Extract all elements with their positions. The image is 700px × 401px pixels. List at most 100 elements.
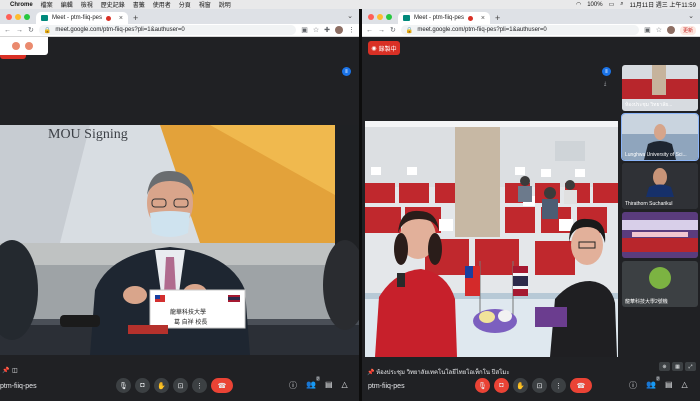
lock-icon: 🔒	[43, 27, 52, 34]
raise-hand-button[interactable]: ✋	[513, 378, 528, 393]
more-menu-icon[interactable]: ⋮	[348, 26, 355, 34]
battery-percent[interactable]: 100%	[587, 2, 602, 8]
participant-tile[interactable]: Thirathorn Sucharikul	[622, 163, 698, 209]
menu-edit[interactable]: 編輯	[61, 0, 73, 9]
speaking-indicator-icon: ⦀	[342, 67, 351, 76]
browser-tab-meet[interactable]: Meet - ptm-fiiq-pes ×	[398, 12, 490, 24]
camera-button[interactable]: ◘	[135, 378, 150, 393]
back-icon[interactable]: ←	[4, 27, 11, 34]
participant-tile[interactable]: ห้องประชุม วิทยาลัย...	[622, 65, 698, 111]
reload-icon[interactable]: ↻	[390, 26, 396, 34]
star-icon[interactable]: ☆	[313, 26, 319, 34]
clock[interactable]: 11月11日 週三 上午11:59	[630, 0, 696, 9]
tab-title: Meet - ptm-fiiq-pes	[414, 15, 465, 21]
activities-icon[interactable]: △	[682, 380, 688, 391]
new-tab-button[interactable]: +	[133, 12, 138, 24]
close-window-button[interactable]	[6, 13, 12, 20]
record-icon: ◉	[371, 45, 377, 52]
menu-people[interactable]: 使用者	[153, 0, 171, 9]
people-icon[interactable]: 👥 7	[306, 376, 320, 391]
meeting-code: ptm-fiiq-pes	[368, 382, 405, 390]
people-icon[interactable]: 👥 7	[646, 376, 660, 391]
tile-layout-controls: ⊕ ▦ ⤢	[659, 362, 696, 371]
minimize-window-button[interactable]	[377, 13, 383, 20]
meet-stage-right: ◉ 錄製中 ⦀ ⤓ ห้องประชุม วิทยาลัย... Lunghwa…	[362, 37, 700, 401]
reload-icon[interactable]: ↻	[28, 26, 34, 34]
zoom-window-button[interactable]	[24, 13, 30, 20]
minimize-window-button[interactable]	[15, 13, 21, 20]
profile-avatar[interactable]	[666, 26, 675, 34]
close-window-button[interactable]	[368, 13, 374, 20]
leave-call-button[interactable]: ☎	[211, 378, 233, 393]
chat-icon[interactable]: ▤	[665, 380, 673, 391]
close-tab-icon[interactable]: ×	[119, 15, 123, 22]
menu-tab[interactable]: 分頁	[179, 0, 191, 9]
present-button[interactable]: ⊡	[173, 378, 188, 393]
camera-icon[interactable]: ▣	[301, 26, 308, 34]
extension-icon[interactable]: ✚	[324, 26, 330, 34]
recording-button[interactable]: ◉ 錄製中	[368, 41, 400, 55]
mic-off-button[interactable]: 🎙	[475, 378, 490, 393]
participant-tile[interactable]: Lunghwa University of Sci...	[621, 113, 699, 161]
window-controls	[0, 9, 36, 24]
menu-app-name[interactable]: Chrome	[10, 2, 33, 8]
more-options-button[interactable]: ⋮	[192, 378, 207, 393]
menu-view[interactable]: 檢視	[81, 0, 93, 9]
battery-icon[interactable]: ▭	[609, 1, 615, 8]
grid-icon[interactable]: ▦	[672, 362, 683, 371]
leave-call-button[interactable]: ☎	[570, 378, 592, 393]
mic-button[interactable]: 🎙	[116, 378, 131, 393]
address-bar[interactable]: 🔒 meet.google.com/ptm-fiiq-pes?pli=1&aut…	[400, 25, 640, 35]
left-browser-window: Meet - ptm-fiiq-pes × + ⌄ ← → ↻ 🔒 meet.g…	[0, 9, 359, 401]
tab-strip: Meet - ptm-fiiq-pes × + ⌄	[362, 9, 700, 24]
present-button[interactable]: ⊡	[532, 378, 547, 393]
star-icon[interactable]: ☆	[656, 26, 662, 34]
browser-tab-meet[interactable]: Meet - ptm-fiiq-pes ×	[36, 12, 128, 24]
participant-tile[interactable]: 龍華科技大學2號機	[622, 261, 698, 307]
chevron-down-icon[interactable]: ⌄	[347, 12, 353, 20]
meet-bottom-bar-left: ptm-fiiq-pes 🎙 ◘ ✋ ⊡ ⋮ ☎ ⓘ 👥 7 ▤ △	[0, 371, 359, 401]
camera-icon[interactable]: ▣	[644, 26, 651, 34]
menu-help[interactable]: 說明	[219, 0, 231, 9]
side-panel-icons: ⓘ 👥 7 ▤ △	[289, 376, 348, 391]
side-panel-icons: ⓘ 👥 7 ▤ △	[629, 376, 688, 391]
activities-icon[interactable]: △	[342, 380, 348, 391]
main-video-room	[365, 121, 618, 357]
menu-file[interactable]: 檔案	[41, 0, 53, 9]
wifi-icon[interactable]: ◠	[576, 1, 581, 8]
tile-name: 龍華科技大學2號機	[625, 299, 668, 305]
address-bar[interactable]: 🔒 meet.google.com/ptm-fiiq-pes?pli=1&aut…	[38, 25, 297, 35]
menu-window[interactable]: 視窗	[199, 0, 211, 9]
fullscreen-icon[interactable]: ⤢	[685, 362, 696, 371]
forward-icon[interactable]: →	[16, 27, 23, 34]
new-tab-button[interactable]: +	[495, 12, 500, 24]
record-indicator	[0, 55, 26, 59]
update-button[interactable]: 更新	[679, 25, 696, 35]
camera-off-icon[interactable]	[25, 42, 33, 50]
forward-icon[interactable]: →	[378, 27, 385, 34]
tile-name: Thirathorn Sucharikul	[625, 201, 673, 207]
info-icon[interactable]: ⓘ	[289, 380, 297, 391]
search-icon[interactable]: ⌕	[620, 1, 623, 8]
info-icon[interactable]: ⓘ	[629, 380, 637, 391]
raise-hand-button[interactable]: ✋	[154, 378, 169, 393]
profile-avatar[interactable]	[335, 26, 343, 34]
tile-video	[622, 212, 698, 258]
tab-strip: Meet - ptm-fiiq-pes × + ⌄	[0, 9, 359, 24]
nameplate-line2: 葛 自祥 校長	[174, 320, 208, 326]
chevron-down-icon[interactable]: ⌄	[688, 12, 694, 20]
close-tab-icon[interactable]: ×	[481, 15, 485, 22]
pin-tile-icon[interactable]: ⊕	[659, 362, 670, 371]
browser-toolbar: ← → ↻ 🔒 meet.google.com/ptm-fiiq-pes?pli…	[362, 24, 700, 37]
tile-name: Lunghwa University of Sci...	[625, 152, 687, 158]
menu-bookmarks[interactable]: 書籤	[133, 0, 145, 9]
back-icon[interactable]: ←	[366, 27, 373, 34]
zoom-window-button[interactable]	[386, 13, 392, 20]
pin-small-icon[interactable]: ⤓	[604, 81, 606, 87]
chat-icon[interactable]: ▤	[325, 380, 333, 391]
more-options-button[interactable]: ⋮	[551, 378, 566, 393]
menu-history[interactable]: 歷史記錄	[101, 0, 125, 9]
mic-off-icon[interactable]	[12, 42, 20, 50]
camera-off-button[interactable]: ◘	[494, 378, 509, 393]
participant-tile[interactable]	[622, 212, 698, 258]
